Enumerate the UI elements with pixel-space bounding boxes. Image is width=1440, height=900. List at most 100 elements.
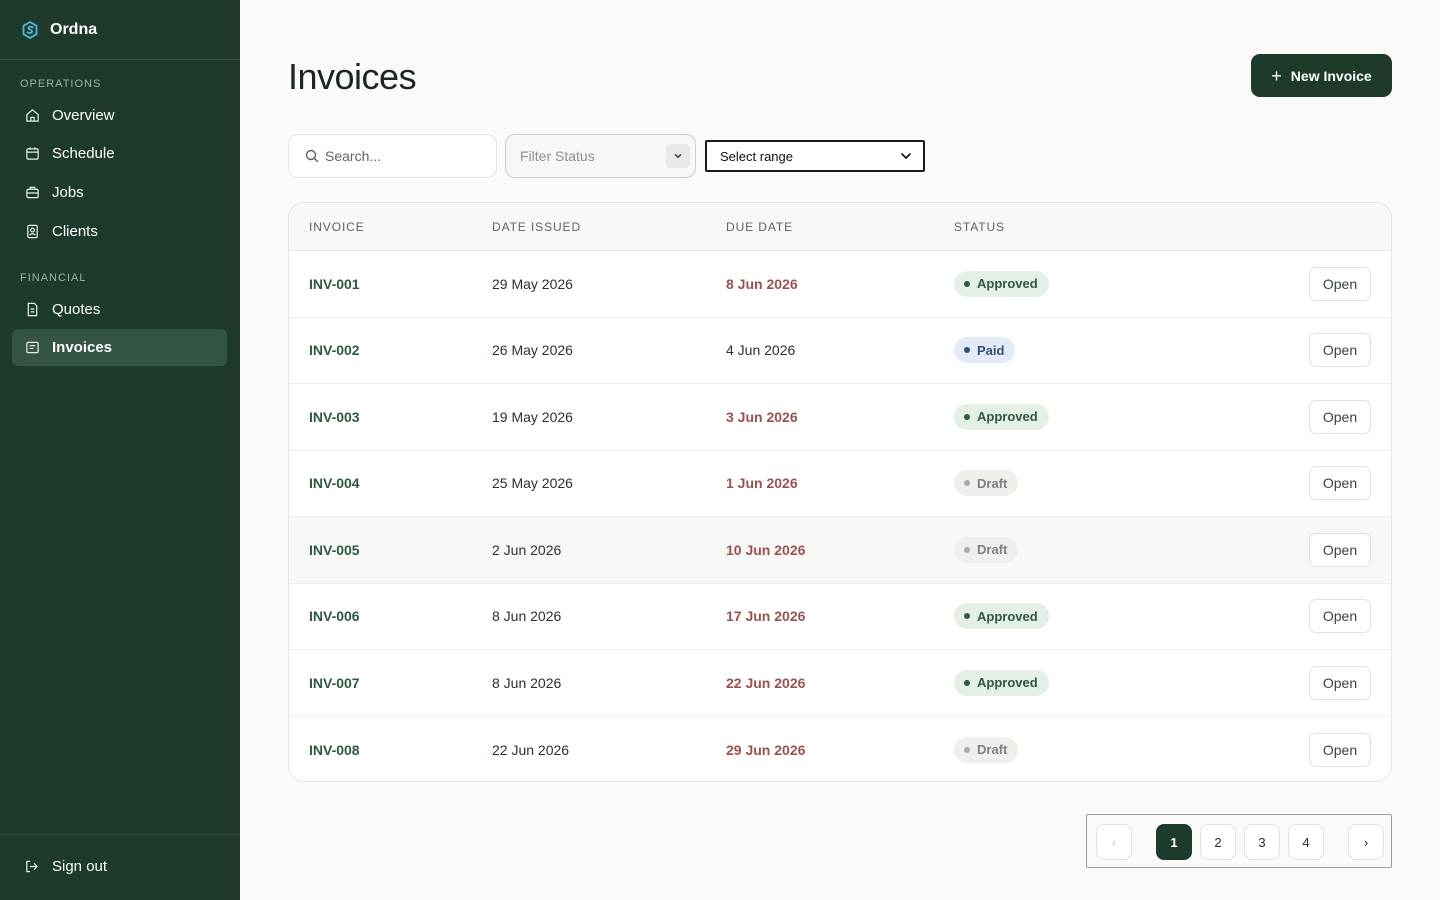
page-button-3[interactable]: 3 xyxy=(1244,824,1280,860)
invoice-number-link[interactable]: INV-003 xyxy=(309,384,360,450)
sidebar: Ordna OPERATIONS Overview Schedule Jobs … xyxy=(0,0,240,900)
status-label: Paid xyxy=(977,342,1005,358)
sidebar-item-label: Clients xyxy=(52,223,98,240)
open-invoice-button[interactable]: Open xyxy=(1309,532,1371,567)
table-body: INV-001 29 May 2026 8 Jun 2026 Approved Open… xyxy=(289,251,1391,782)
search-input[interactable] xyxy=(325,148,475,164)
chevron-down-icon xyxy=(666,144,690,168)
table-row[interactable]: INV-004 25 May 2026 1 Jun 2026 Draft Open xyxy=(289,451,1391,517)
due-date: 17 Jun 2026 xyxy=(726,608,806,625)
invoice-number-link[interactable]: INV-002 xyxy=(309,318,360,384)
table-row[interactable]: INV-006 8 Jun 2026 17 Jun 2026 Approved Open xyxy=(289,584,1391,650)
date-issued: 25 May 2026 xyxy=(492,475,573,492)
filter-status-select[interactable]: Filter Status xyxy=(505,134,696,178)
column-header-status[interactable]: STATUS xyxy=(954,220,1005,234)
table-row[interactable]: INV-002 26 May 2026 4 Jun 2026 Paid Open xyxy=(289,318,1391,384)
document-icon xyxy=(24,302,40,318)
date-issued: 19 May 2026 xyxy=(492,408,573,425)
chevron-right-icon: › xyxy=(1363,834,1369,850)
logout-icon xyxy=(24,859,40,875)
date-range-select[interactable]: Select range xyxy=(705,140,925,172)
next-page-button[interactable]: › xyxy=(1348,824,1384,860)
due-date: 8 Jun 2026 xyxy=(726,275,798,292)
invoice-number-link[interactable]: INV-008 xyxy=(309,717,360,782)
status-badge: Draft xyxy=(954,736,1019,763)
sidebar-item-jobs[interactable]: Jobs xyxy=(12,174,227,211)
date-issued: 29 May 2026 xyxy=(492,275,573,292)
sidebar-footer: Sign out xyxy=(0,834,240,900)
contacts-icon xyxy=(24,224,40,240)
status-cell: Approved xyxy=(954,251,1049,317)
page-button-4[interactable]: 4 xyxy=(1288,824,1324,860)
status-label: Draft xyxy=(977,742,1008,758)
invoice-number-link[interactable]: INV-004 xyxy=(309,451,360,517)
sidebar-item-quotes[interactable]: Quotes xyxy=(12,291,227,328)
invoice-number-link[interactable]: INV-006 xyxy=(309,584,360,650)
column-header-due-date[interactable]: DUE DATE xyxy=(726,220,793,234)
open-invoice-button[interactable]: Open xyxy=(1309,466,1371,501)
invoice-number-link[interactable]: INV-007 xyxy=(309,650,360,716)
invoices-table: INVOICE DATE ISSUED DUE DATE STATUS INV-… xyxy=(288,202,1392,782)
action-cell: Open xyxy=(1309,717,1371,782)
chevron-down-icon xyxy=(899,149,913,163)
status-cell: Draft xyxy=(954,517,1019,583)
status-label: Approved xyxy=(977,276,1038,292)
table-row[interactable]: INV-001 29 May 2026 8 Jun 2026 Approved Open xyxy=(289,251,1391,318)
status-dot-icon xyxy=(964,280,970,287)
action-cell: Open xyxy=(1309,318,1371,384)
status-label: Draft xyxy=(977,475,1008,491)
status-badge: Approved xyxy=(954,603,1049,630)
status-cell: Approved xyxy=(954,650,1049,716)
status-cell: Paid xyxy=(954,318,1016,384)
sidebar-item-overview[interactable]: Overview xyxy=(12,97,227,134)
sidebar-item-invoices[interactable]: Invoices xyxy=(12,329,227,366)
table-row[interactable]: INV-003 19 May 2026 3 Jun 2026 Approved Open xyxy=(289,384,1391,451)
sign-out-label: Sign out xyxy=(52,858,108,875)
status-cell: Draft xyxy=(954,717,1019,782)
invoice-number-link[interactable]: INV-001 xyxy=(309,251,360,317)
sidebar-item-clients[interactable]: Clients xyxy=(12,213,227,250)
date-issued: 26 May 2026 xyxy=(492,342,573,359)
date-issued: 8 Jun 2026 xyxy=(492,674,562,691)
column-header-invoice[interactable]: INVOICE xyxy=(309,220,365,234)
briefcase-icon xyxy=(24,185,40,201)
table-row[interactable]: INV-005 2 Jun 2026 10 Jun 2026 Draft Open xyxy=(289,517,1391,584)
due-date: 29 Jun 2026 xyxy=(726,741,806,758)
date-issued: 8 Jun 2026 xyxy=(492,608,562,625)
page-title: Invoices xyxy=(288,56,417,97)
chevron-left-icon: ‹ xyxy=(1111,834,1117,850)
table-header: INVOICE DATE ISSUED DUE DATE STATUS xyxy=(289,203,1391,251)
new-invoice-button[interactable]: + New Invoice xyxy=(1251,54,1392,97)
action-cell: Open xyxy=(1309,584,1371,650)
open-invoice-button[interactable]: Open xyxy=(1309,399,1371,434)
brand: Ordna xyxy=(0,0,240,60)
sidebar-item-label: Jobs xyxy=(52,184,84,201)
status-dot-icon xyxy=(964,746,970,753)
open-invoice-button[interactable]: Open xyxy=(1309,732,1371,767)
action-cell: Open xyxy=(1309,451,1371,517)
calendar-icon xyxy=(24,146,40,162)
table-row[interactable]: INV-007 8 Jun 2026 22 Jun 2026 Approved Open xyxy=(289,650,1391,717)
table-row[interactable]: INV-008 22 Jun 2026 29 Jun 2026 Draft Open xyxy=(289,717,1391,782)
status-cell: Approved xyxy=(954,584,1049,650)
invoice-icon xyxy=(24,340,40,356)
status-dot-icon xyxy=(964,613,970,620)
invoice-number-link[interactable]: INV-005 xyxy=(309,517,360,583)
status-cell: Draft xyxy=(954,451,1019,517)
page-button-2[interactable]: 2 xyxy=(1200,824,1236,860)
sidebar-item-label: Overview xyxy=(52,107,115,124)
sidebar-item-schedule[interactable]: Schedule xyxy=(12,135,227,172)
page-button-1[interactable]: 1 xyxy=(1156,824,1192,860)
prev-page-button[interactable]: ‹ xyxy=(1096,824,1132,860)
open-invoice-button[interactable]: Open xyxy=(1309,599,1371,634)
status-badge: Approved xyxy=(954,270,1049,297)
sign-out-button[interactable]: Sign out xyxy=(12,848,227,885)
column-header-date-issued[interactable]: DATE ISSUED xyxy=(492,220,581,234)
date-issued: 2 Jun 2026 xyxy=(492,541,562,558)
logo-icon xyxy=(22,20,38,39)
status-dot-icon xyxy=(964,413,970,420)
open-invoice-button[interactable]: Open xyxy=(1309,333,1371,368)
open-invoice-button[interactable]: Open xyxy=(1309,266,1371,301)
open-invoice-button[interactable]: Open xyxy=(1309,665,1371,700)
plus-icon: + xyxy=(1271,65,1282,86)
